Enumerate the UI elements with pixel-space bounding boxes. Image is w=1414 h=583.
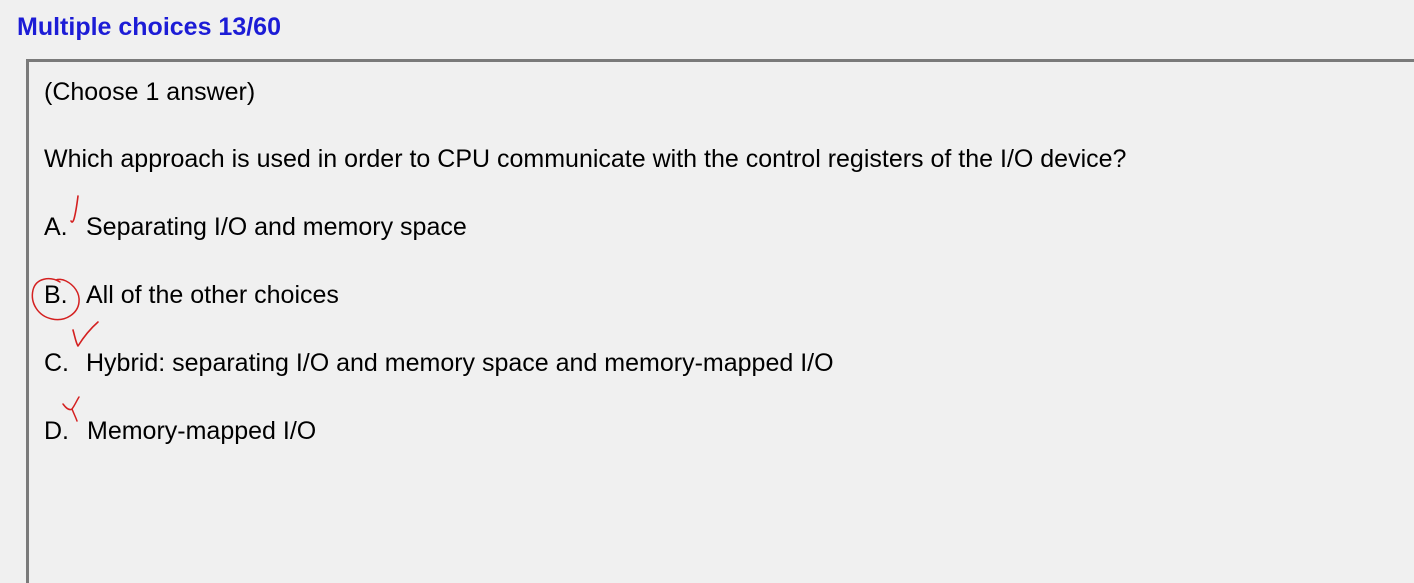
question-text: Which approach is used in order to CPU c… — [44, 145, 1127, 173]
option-text: All of the other choices — [86, 281, 339, 309]
quiz-window: Multiple choices 13/60 (Choose 1 answer)… — [0, 0, 1414, 583]
option-letter: D. — [44, 417, 69, 445]
question-instruction: (Choose 1 answer) — [44, 78, 256, 106]
option-letter: A. — [44, 213, 68, 241]
option-text: Separating I/O and memory space — [86, 213, 467, 241]
option-letter: B. — [44, 281, 68, 309]
option-c[interactable]: C. Hybrid: separating I/O and memory spac… — [44, 349, 834, 381]
option-b[interactable]: B. All of the other choices — [44, 281, 339, 313]
option-text: Memory-mapped I/O — [87, 417, 317, 445]
option-text: Hybrid: separating I/O and memory space … — [86, 349, 834, 377]
option-d[interactable]: D. Memory-mapped I/O — [44, 417, 316, 449]
option-letter: C. — [44, 349, 69, 377]
question-panel — [26, 59, 1414, 583]
page-title: Multiple choices 13/60 — [17, 13, 281, 41]
option-a[interactable]: A. Separating I/O and memory space — [44, 213, 467, 245]
